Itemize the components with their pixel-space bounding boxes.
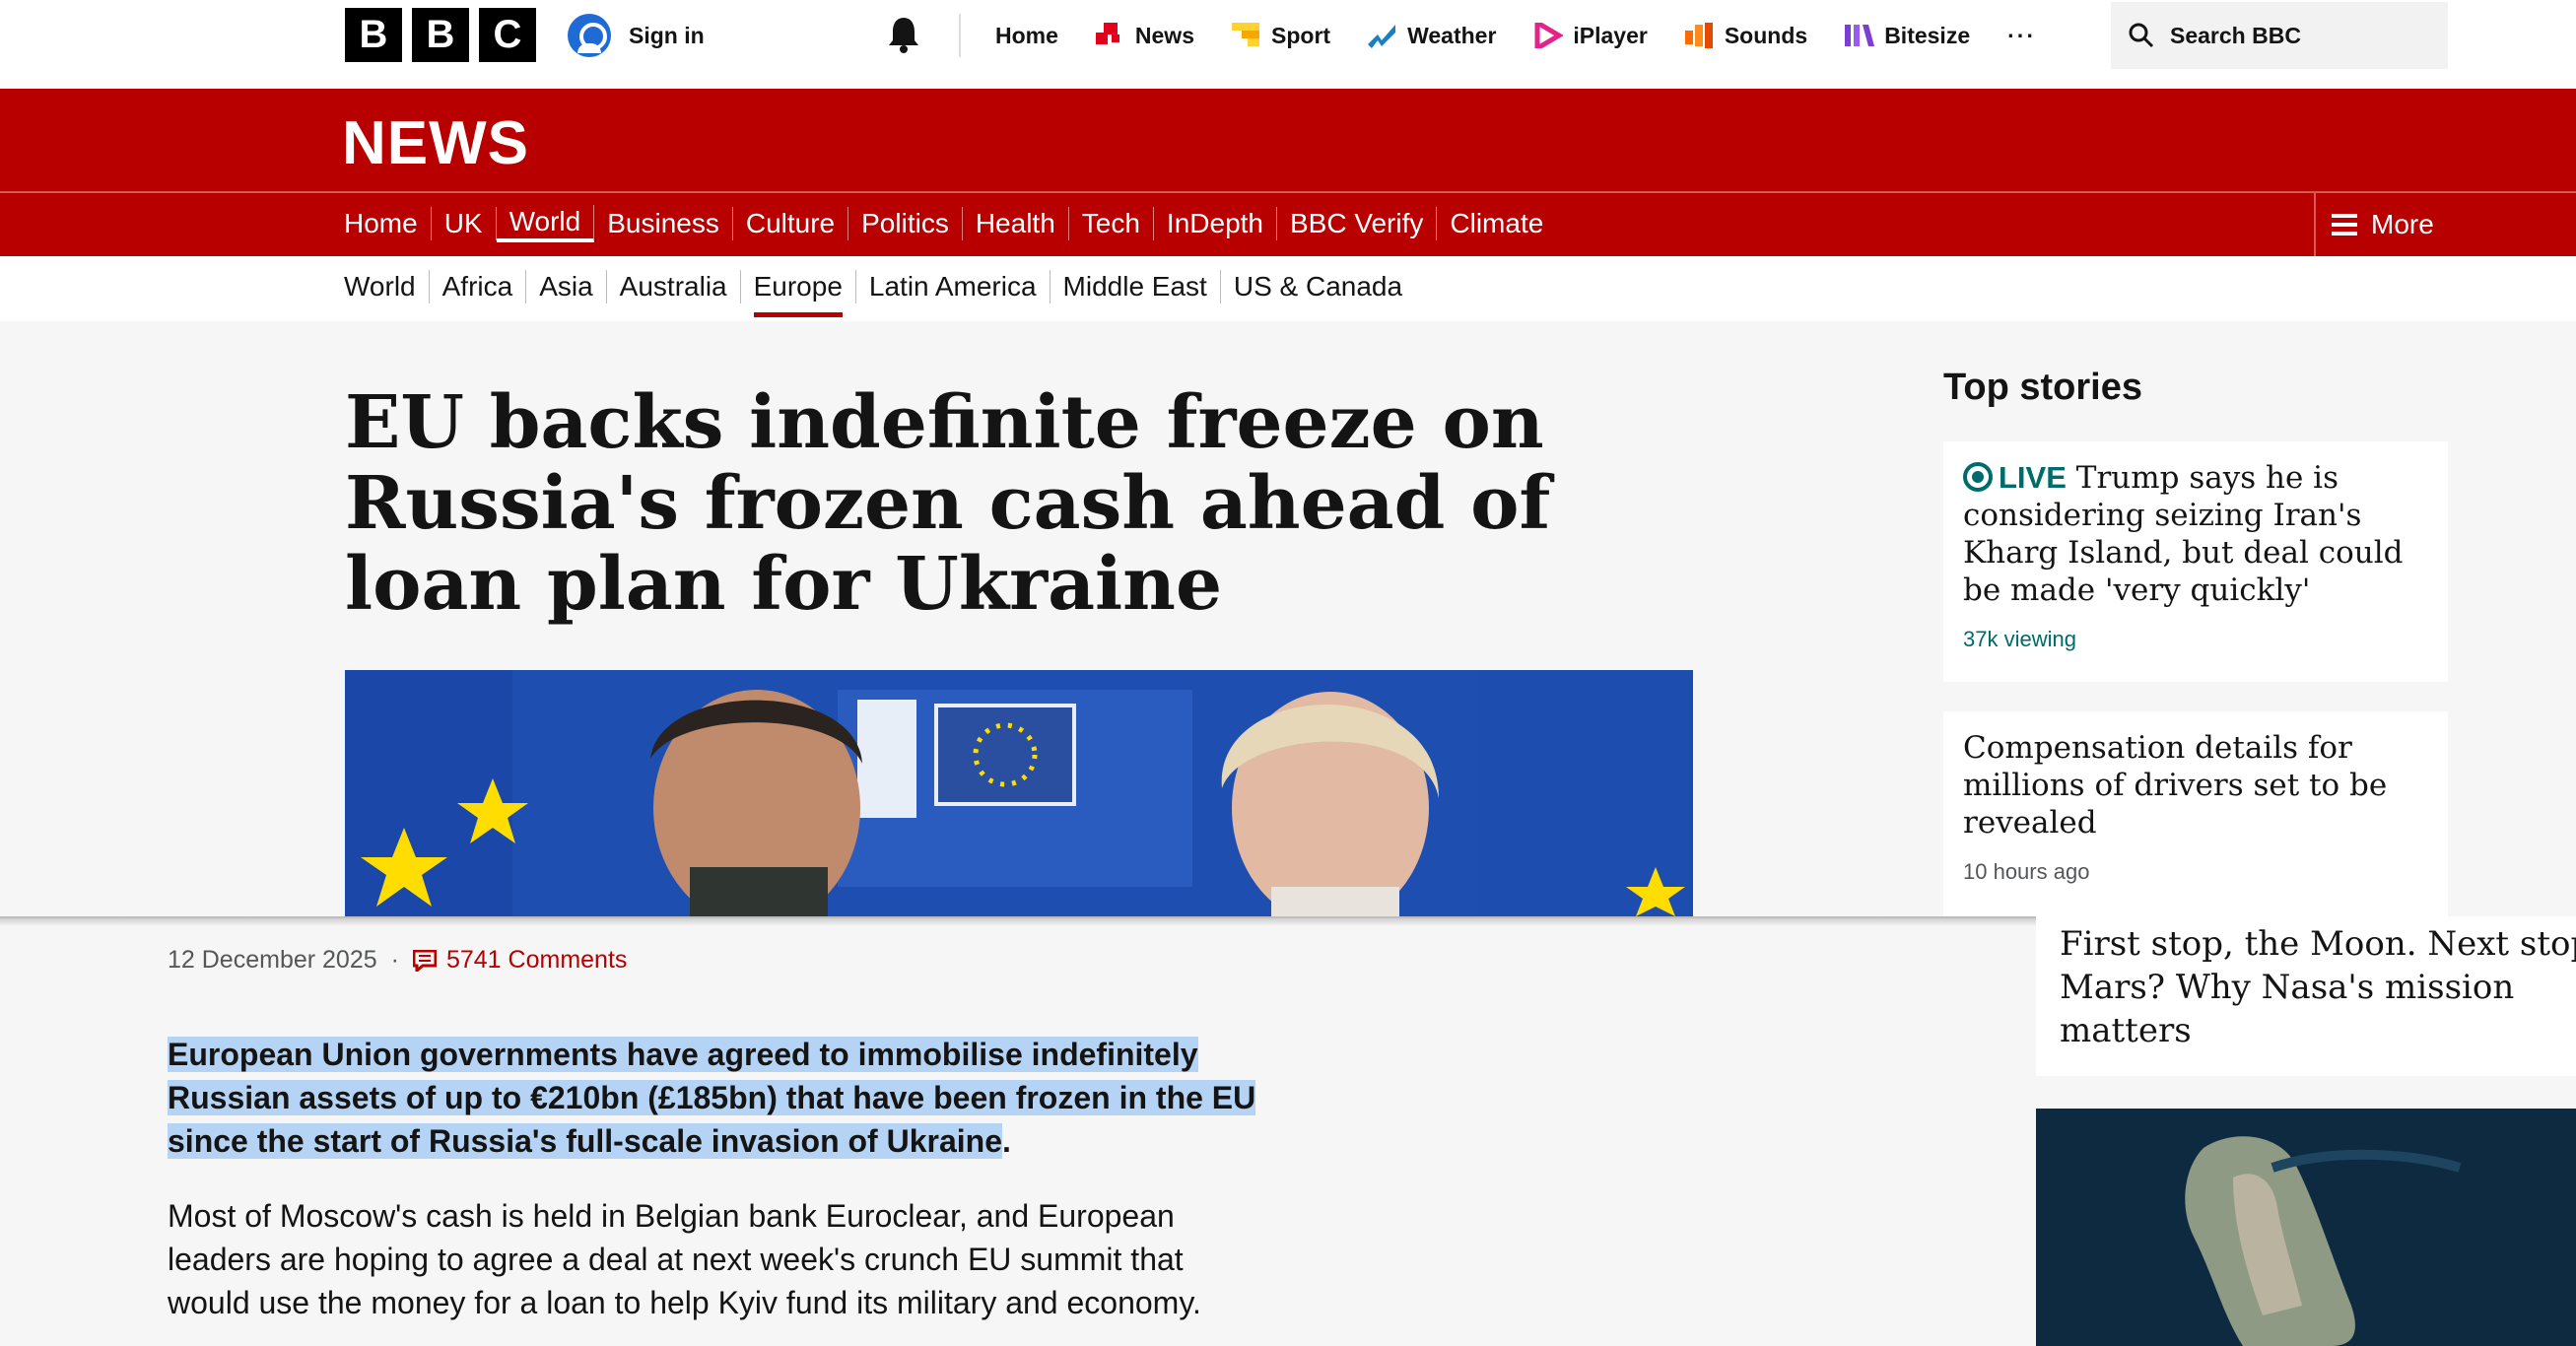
- subnav-world[interactable]: World: [344, 270, 430, 303]
- live-badge: LIVE: [1999, 460, 2067, 495]
- byline-separator: ·: [390, 946, 399, 974]
- live-icon: [1963, 462, 1993, 492]
- weather-icon: [1368, 25, 1396, 48]
- bbc-logo-letter: B: [412, 8, 469, 62]
- section-link-home[interactable]: Home: [344, 207, 432, 240]
- top-story-viewers: 37k viewing: [1963, 627, 2076, 651]
- comments-count: 5741 Comments: [445, 946, 628, 974]
- article-hero-image: [345, 670, 1693, 916]
- bbc-global-bar: B B C Sign in Home News Sport Weather iP…: [0, 0, 2576, 89]
- bbc-global-nav: Home News Sport Weather iPlayer Sounds B…: [995, 0, 2073, 71]
- nav-sounds[interactable]: Sounds: [1684, 22, 1808, 49]
- subnav-us-canada[interactable]: US & Canada: [1221, 270, 1415, 303]
- article-byline: 12 December 2025 · 5741 Comments: [168, 946, 627, 975]
- nav-news-label: News: [1134, 22, 1194, 48]
- sounds-icon: [1684, 23, 1713, 48]
- top-story-headline: Compensation details for millions of dri…: [1963, 730, 2388, 841]
- nav-sounds-label: Sounds: [1724, 22, 1808, 48]
- article-intro: European Union governments have agreed t…: [168, 1033, 1271, 1163]
- news-logo[interactable]: NEWS: [342, 108, 529, 178]
- sign-in-label: Sign in: [629, 22, 705, 48]
- top-story-headline: First stop, the Moon. Next stop Mars? Wh…: [2060, 924, 2576, 1050]
- subnav-asia[interactable]: Asia: [526, 270, 607, 303]
- nav-divider: [959, 14, 961, 57]
- news-icon: [1095, 23, 1119, 44]
- comments-icon: [412, 949, 437, 972]
- section-link-business[interactable]: Business: [594, 207, 733, 240]
- more-menu-label: More: [2371, 209, 2434, 239]
- account-icon: [568, 14, 611, 57]
- top-story-card[interactable]: LIVE Trump says he is considering seizin…: [1943, 441, 2448, 682]
- section-link-indepth[interactable]: InDepth: [1154, 207, 1277, 240]
- section-link-culture[interactable]: Culture: [733, 207, 849, 240]
- top-story-card[interactable]: Compensation details for millions of dri…: [1943, 711, 2448, 916]
- selected-text: European Union governments have agreed t…: [168, 1037, 1256, 1159]
- nav-weather[interactable]: Weather: [1368, 23, 1496, 49]
- subnav-africa[interactable]: Africa: [430, 270, 527, 303]
- nav-iplayer[interactable]: iPlayer: [1533, 22, 1648, 49]
- satellite-island-photo: [2036, 1109, 2576, 1346]
- iplayer-icon: [1534, 23, 1564, 48]
- bitesize-icon: [1845, 25, 1875, 46]
- article-date: 12 December 2025: [168, 946, 377, 974]
- nav-bitesize[interactable]: Bitesize: [1845, 23, 1970, 49]
- news-section-nav: Home UK World Business Culture Politics …: [0, 191, 2576, 256]
- nav-sport-label: Sport: [1271, 22, 1331, 48]
- top-stories-heading: Top stories: [1943, 367, 2142, 408]
- nav-news[interactable]: News: [1095, 22, 1194, 49]
- section-link-health[interactable]: Health: [963, 207, 1069, 240]
- bbc-logo-letter: C: [479, 8, 536, 62]
- article-headline: EU backs indefinite freeze on Russia's f…: [345, 380, 1551, 627]
- section-link-bbc-verify[interactable]: BBC Verify: [1277, 207, 1438, 240]
- search-bbc-box[interactable]: Search BBC: [2111, 2, 2448, 69]
- subnav-latin-america[interactable]: Latin America: [856, 270, 1051, 303]
- top-story-card[interactable]: First stop, the Moon. Next stop Mars? Wh…: [2036, 916, 2576, 1076]
- more-nav-button[interactable]: ···: [2007, 23, 2036, 49]
- article-paragraph: Most of Moscow's cash is held in Belgian…: [168, 1198, 1201, 1320]
- more-menu-button[interactable]: More: [2314, 193, 2452, 256]
- nav-iplayer-label: iPlayer: [1573, 22, 1648, 48]
- section-link-tech[interactable]: Tech: [1069, 207, 1154, 240]
- nav-home[interactable]: Home: [995, 23, 1058, 49]
- subnav-australia[interactable]: Australia: [607, 270, 741, 303]
- section-link-uk[interactable]: UK: [432, 207, 497, 240]
- bbc-logo[interactable]: B B C: [345, 8, 536, 62]
- section-link-politics[interactable]: Politics: [848, 207, 963, 240]
- top-story-image[interactable]: [2036, 1109, 2576, 1346]
- top-story-headline: LIVE Trump says he is considering seizin…: [1963, 459, 2428, 609]
- search-placeholder: Search BBC: [2170, 22, 2301, 48]
- subnav-europe[interactable]: Europe: [741, 270, 856, 317]
- news-header: NEWS: [0, 89, 2576, 191]
- nav-weather-label: Weather: [1407, 22, 1497, 48]
- nav-sport[interactable]: Sport: [1232, 23, 1330, 49]
- menu-icon: [2332, 214, 2357, 236]
- bbc-logo-letter: B: [345, 8, 402, 62]
- nav-bitesize-label: Bitesize: [1884, 22, 1971, 48]
- sport-icon: [1232, 23, 1259, 46]
- section-link-climate[interactable]: Climate: [1437, 207, 1556, 240]
- section-link-world[interactable]: World: [496, 205, 595, 242]
- world-sub-nav: World Africa Asia Australia Europe Latin…: [0, 256, 2576, 321]
- notifications-bell-icon[interactable]: [886, 15, 921, 54]
- search-icon: [2129, 23, 2154, 48]
- subnav-middle-east[interactable]: Middle East: [1051, 270, 1221, 303]
- nav-home-label: Home: [995, 22, 1058, 48]
- intro-end: .: [1001, 1123, 1011, 1159]
- hero-photo: [345, 670, 1693, 916]
- sign-in-link[interactable]: Sign in: [568, 14, 705, 57]
- top-story-timestamp: 10 hours ago: [1963, 859, 2090, 884]
- comments-link[interactable]: 5741 Comments: [412, 946, 628, 975]
